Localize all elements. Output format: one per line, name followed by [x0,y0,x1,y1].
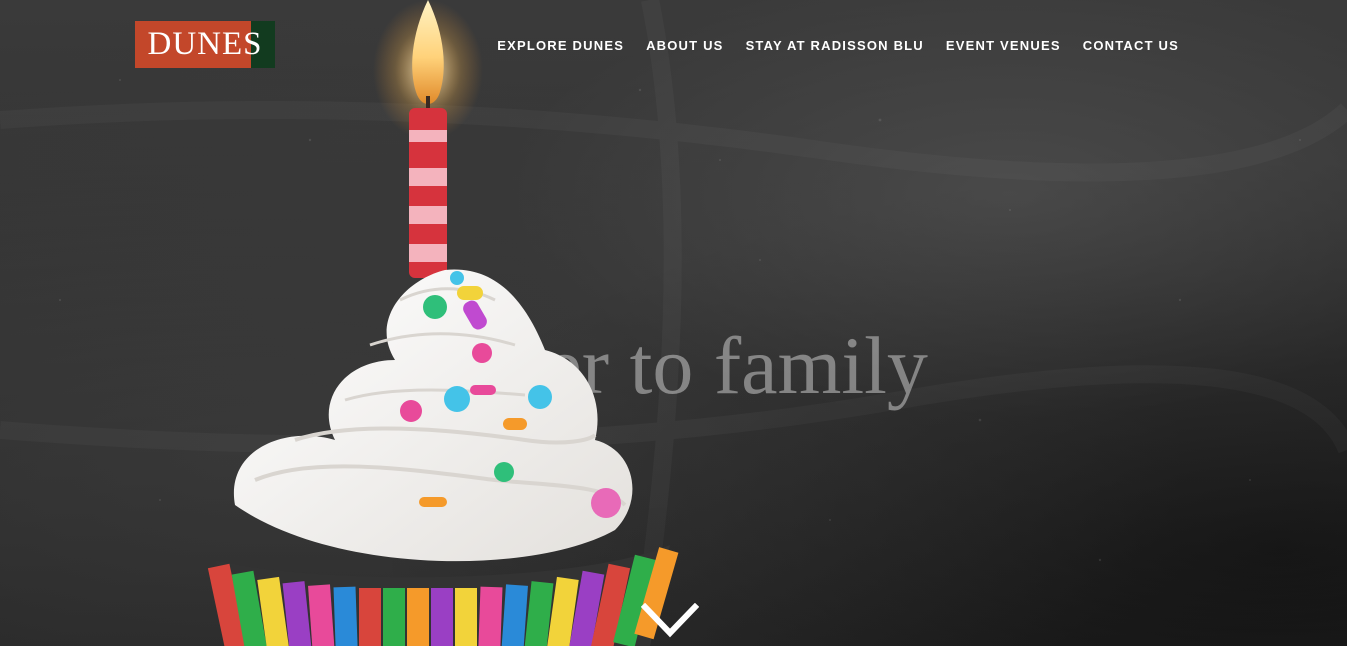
nav-item-contact-us[interactable]: CONTACT US [1083,36,1179,56]
nav-item-event-venues[interactable]: EVENT VENUES [946,36,1061,56]
nav-item-stay-at-radisson-blu[interactable]: STAY AT RADISSON BLU [746,36,924,56]
cupcake-image [207,0,679,646]
chevron-down-icon[interactable] [641,603,699,639]
hero-section: DUNES EXPLORE DUNES ABOUT US STAY AT RAD… [0,0,1347,646]
